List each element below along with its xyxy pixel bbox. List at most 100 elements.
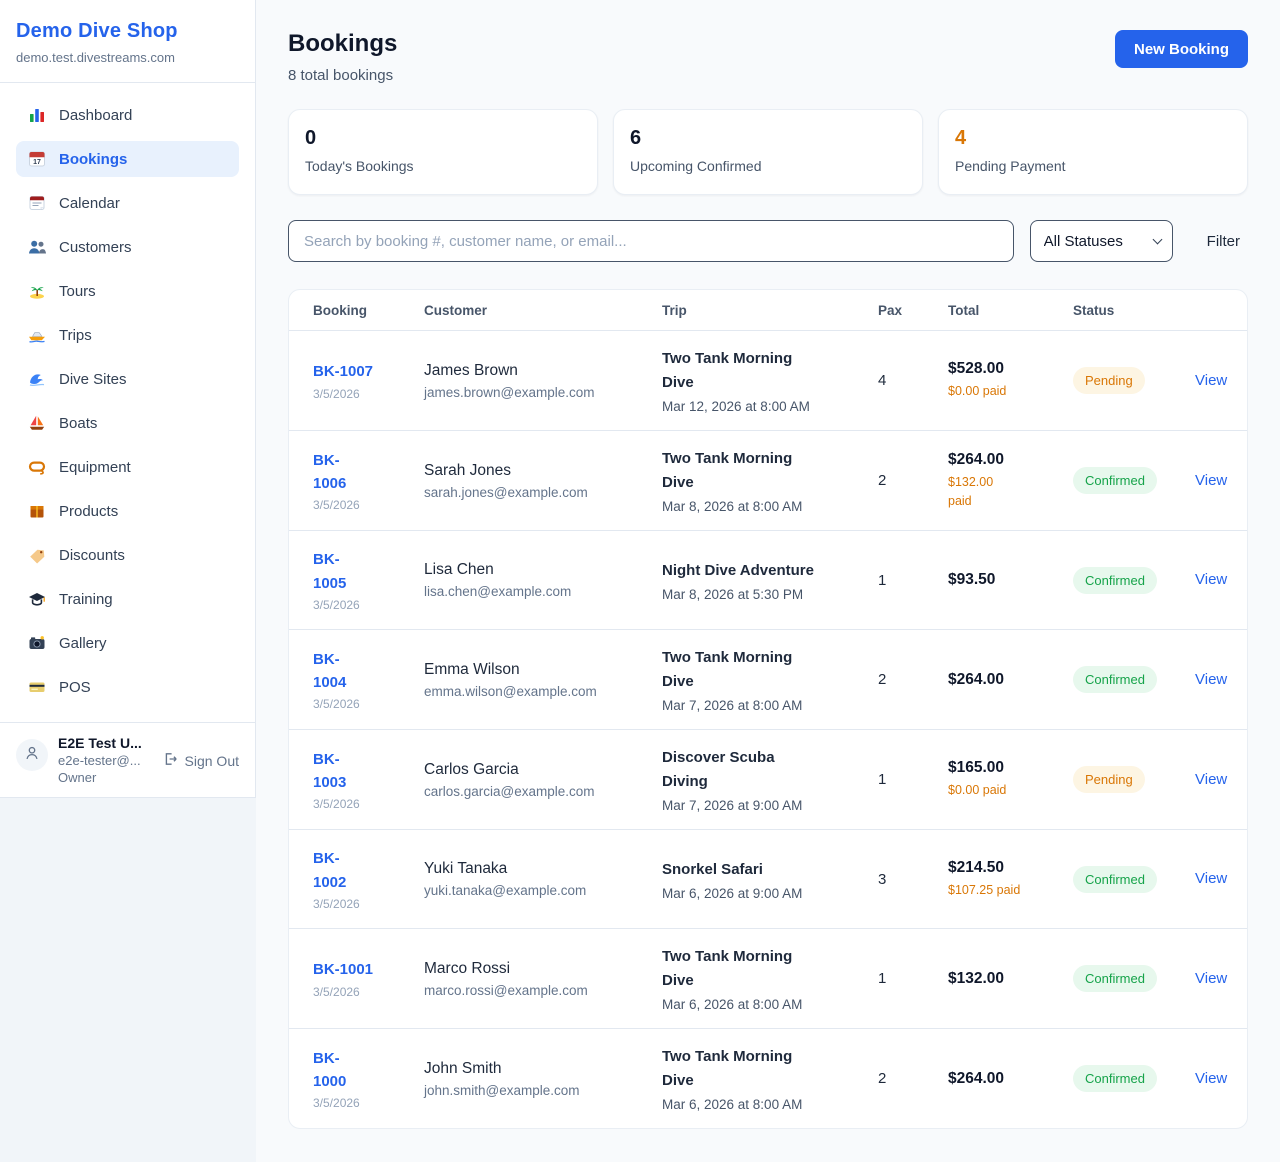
customer-name: John Smith xyxy=(424,1060,662,1078)
filter-button[interactable]: Filter xyxy=(1199,229,1248,254)
booking-cell: BK- 1000 3/5/2026 xyxy=(313,1047,424,1111)
status-cell: Confirmed xyxy=(1073,1065,1195,1092)
customer-email: sarah.jones@example.com xyxy=(424,485,662,500)
wave-icon xyxy=(28,370,46,388)
total-bookings-count: 8 total bookings xyxy=(288,67,397,84)
stat-label: Pending Payment xyxy=(955,158,1231,174)
column-header-pax: Pax xyxy=(878,303,948,318)
trip-datetime: Mar 7, 2026 at 9:00 AM xyxy=(662,798,878,813)
booking-id-link[interactable]: BK- 1000 xyxy=(313,1047,346,1094)
sidebar-item-pos[interactable]: POS xyxy=(16,669,239,705)
search-input[interactable] xyxy=(288,220,1014,262)
trip-cell: Two Tank Morning Dive Mar 8, 2026 at 8:0… xyxy=(662,447,878,514)
view-link[interactable]: View xyxy=(1195,472,1227,489)
sidebar-item-products[interactable]: Products xyxy=(16,493,239,529)
booking-id-link[interactable]: BK-1001 xyxy=(313,958,373,981)
customer-name: James Brown xyxy=(424,362,662,380)
trip-datetime: Mar 12, 2026 at 8:00 AM xyxy=(662,399,878,414)
status-cell: Confirmed xyxy=(1073,866,1195,893)
customer-name: Carlos Garcia xyxy=(424,761,662,779)
sidebar-item-training[interactable]: Training xyxy=(16,581,239,617)
booking-id-link[interactable]: BK- 1006 xyxy=(313,449,346,496)
trip-cell: Discover Scuba Diving Mar 7, 2026 at 9:0… xyxy=(662,746,878,813)
trip-cell: Two Tank Morning Dive Mar 12, 2026 at 8:… xyxy=(662,347,878,414)
customer-cell: Marco Rossi marco.rossi@example.com xyxy=(424,960,662,998)
sidebar-item-tours[interactable]: Tours xyxy=(16,273,239,309)
booking-id-link[interactable]: BK- 1004 xyxy=(313,648,346,695)
table-row: BK-1001 3/5/2026 Marco Rossi marco.rossi… xyxy=(289,929,1247,1029)
booking-cell: BK- 1005 3/5/2026 xyxy=(313,548,424,612)
column-header-trip: Trip xyxy=(662,303,878,318)
view-link[interactable]: View xyxy=(1195,1070,1227,1087)
column-header-booking: Booking xyxy=(313,303,424,318)
view-link[interactable]: View xyxy=(1195,970,1227,987)
trip-datetime: Mar 8, 2026 at 8:00 AM xyxy=(662,499,878,514)
booking-cell: BK- 1006 3/5/2026 xyxy=(313,449,424,513)
sidebar-item-bookings[interactable]: 17 Bookings xyxy=(16,141,239,177)
sidebar-item-equipment[interactable]: Equipment xyxy=(16,449,239,485)
main-content: Bookings 8 total bookings New Booking 0 … xyxy=(256,0,1280,1162)
booking-id-link[interactable]: BK- 1003 xyxy=(313,748,346,795)
pax-count: 1 xyxy=(878,970,948,987)
booking-id-link[interactable]: BK-1007 xyxy=(313,360,373,383)
booking-id-link[interactable]: BK- 1005 xyxy=(313,548,346,595)
booking-cell: BK-1001 3/5/2026 xyxy=(313,958,424,998)
sidebar-item-boats[interactable]: Boats xyxy=(16,405,239,441)
pax-count: 3 xyxy=(878,871,948,888)
sidebar: Demo Dive Shop demo.test.divestreams.com… xyxy=(0,0,256,798)
total-cell: $264.00 xyxy=(948,671,1073,689)
view-link[interactable]: View xyxy=(1195,671,1227,688)
total-amount: $93.50 xyxy=(948,571,1073,589)
table-row: BK- 1006 3/5/2026 Sarah Jones sarah.jone… xyxy=(289,431,1247,531)
island-icon xyxy=(28,282,46,300)
sidebar-item-label: Tours xyxy=(59,283,96,300)
status-badge: Confirmed xyxy=(1073,666,1157,693)
sidebar-item-gallery[interactable]: Gallery xyxy=(16,625,239,661)
pax-count: 4 xyxy=(878,372,948,389)
view-link[interactable]: View xyxy=(1195,571,1227,588)
sidebar-item-calendar[interactable]: Calendar xyxy=(16,185,239,221)
total-cell: $165.00 $0.00 paid xyxy=(948,759,1073,799)
trip-datetime: Mar 6, 2026 at 8:00 AM xyxy=(662,1097,878,1112)
column-header-status: Status xyxy=(1073,303,1195,318)
svg-text:17: 17 xyxy=(33,159,41,166)
status-select[interactable]: All Statuses xyxy=(1030,220,1173,262)
customer-cell: Emma Wilson emma.wilson@example.com xyxy=(424,661,662,699)
total-amount: $214.50 xyxy=(948,859,1073,877)
trip-cell: Two Tank Morning Dive Mar 6, 2026 at 8:0… xyxy=(662,1045,878,1112)
sidebar-item-dashboard[interactable]: Dashboard xyxy=(16,97,239,133)
tag-icon xyxy=(28,546,46,564)
sidebar-item-customers[interactable]: Customers xyxy=(16,229,239,265)
sidebar-item-trips[interactable]: Trips xyxy=(16,317,239,353)
stat-card-upcoming-confirmed: 6 Upcoming Confirmed xyxy=(613,109,923,195)
view-link[interactable]: View xyxy=(1195,870,1227,887)
trip-datetime: Mar 6, 2026 at 8:00 AM xyxy=(662,997,878,1012)
sidebar-item-label: Bookings xyxy=(59,151,127,168)
actions-cell: View xyxy=(1195,571,1227,589)
sidebar-item-label: Training xyxy=(59,591,113,608)
trip-cell: Night Dive Adventure Mar 8, 2026 at 5:30… xyxy=(662,559,878,602)
booking-date: 3/5/2026 xyxy=(313,897,424,911)
sidebar-item-discounts[interactable]: Discounts xyxy=(16,537,239,573)
sailboat-icon xyxy=(28,414,46,432)
actions-cell: View xyxy=(1195,671,1227,689)
trip-name: Discover Scuba Diving xyxy=(662,746,878,794)
sidebar-item-dive-sites[interactable]: Dive Sites xyxy=(16,361,239,397)
camera-icon xyxy=(28,634,46,652)
sign-out-button[interactable]: Sign Out xyxy=(162,751,239,770)
shop-domain: demo.test.divestreams.com xyxy=(16,50,239,65)
total-cell: $214.50 $107.25 paid xyxy=(948,859,1073,899)
view-link[interactable]: View xyxy=(1195,771,1227,788)
new-booking-button[interactable]: New Booking xyxy=(1115,30,1248,68)
total-cell: $528.00 $0.00 paid xyxy=(948,360,1073,400)
view-link[interactable]: View xyxy=(1195,372,1227,389)
customer-cell: Yuki Tanaka yuki.tanaka@example.com xyxy=(424,860,662,898)
customer-cell: Carlos Garcia carlos.garcia@example.com xyxy=(424,761,662,799)
booking-date: 3/5/2026 xyxy=(313,1096,424,1110)
dive-mask-icon xyxy=(28,458,46,476)
sidebar-item-label: Gallery xyxy=(59,635,107,652)
table-row: BK- 1005 3/5/2026 Lisa Chen lisa.chen@ex… xyxy=(289,531,1247,630)
status-badge: Confirmed xyxy=(1073,1065,1157,1092)
status-cell: Confirmed xyxy=(1073,666,1195,693)
booking-id-link[interactable]: BK- 1002 xyxy=(313,847,346,894)
